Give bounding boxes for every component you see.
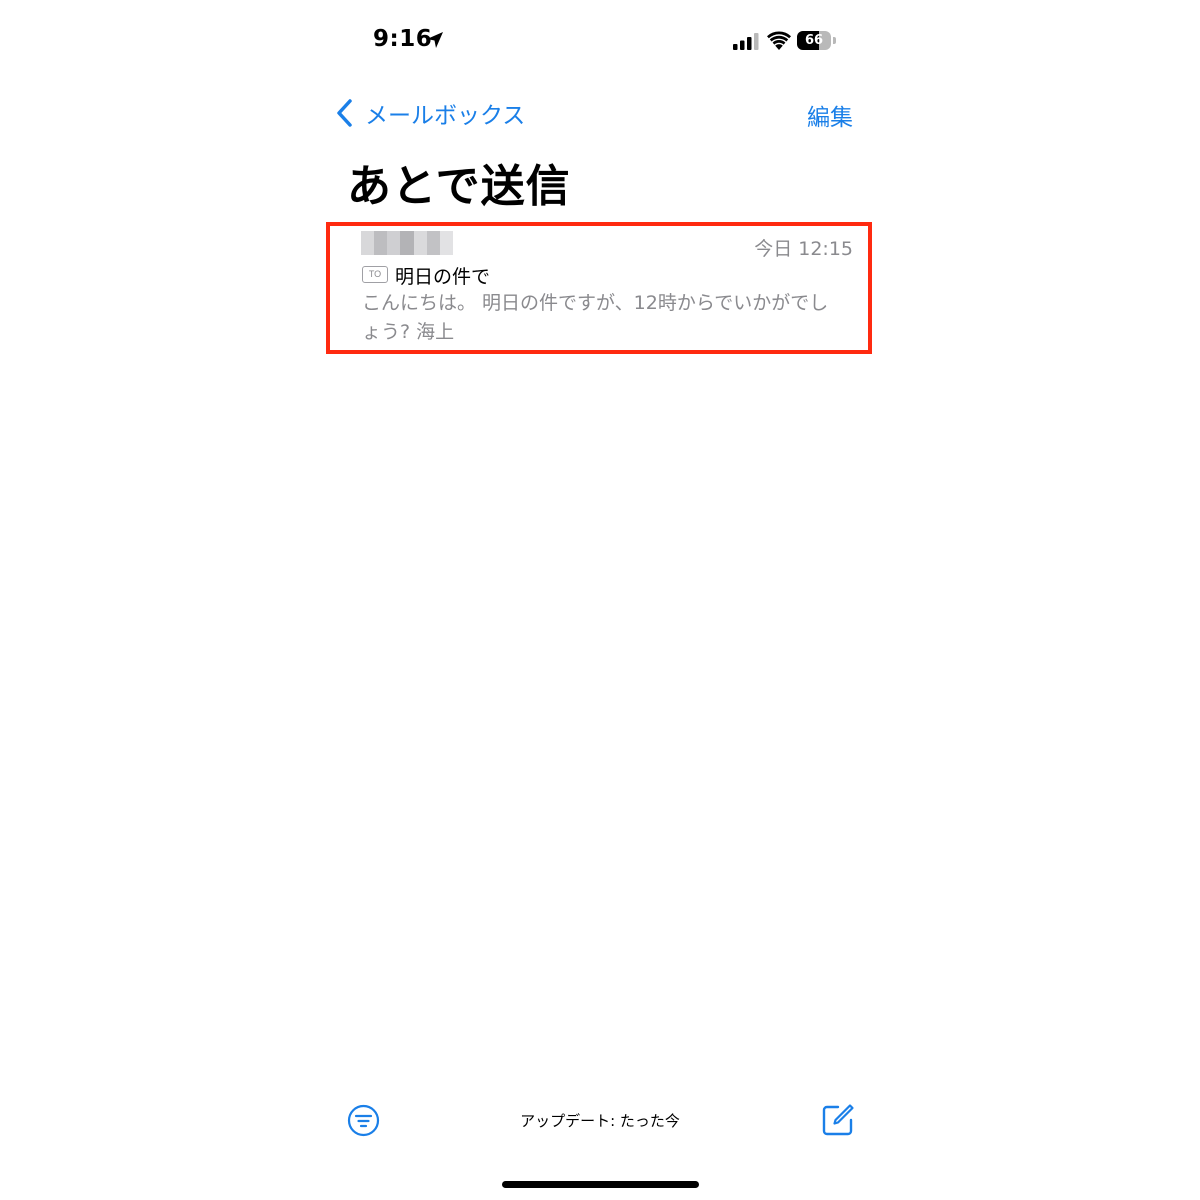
wifi-icon — [767, 31, 791, 50]
update-status: アップデート: たった今 — [520, 1112, 680, 1130]
location-arrow-icon — [427, 32, 443, 48]
compose-icon[interactable] — [821, 1103, 855, 1137]
sender-name-redacted — [361, 231, 453, 255]
battery-cap — [833, 37, 836, 44]
battery-level: 66 — [804, 33, 824, 48]
status-bar: 9:16 66 — [325, 0, 875, 80]
message-preview: こんにちは。 明日の件ですが、12時からでいかがでしょう? 海上 — [362, 292, 829, 343]
chevron-left-icon — [337, 99, 352, 127]
message-row[interactable]: 今日 12:15 TO 明日の件で こんにちは。 明日の件ですが、12時からでい… — [325, 226, 875, 350]
edit-button[interactable]: 編集 — [807, 98, 853, 132]
back-button[interactable]: メールボックス — [335, 96, 525, 130]
page-title: あとで送信 — [347, 161, 571, 212]
battery-indicator: 66 — [797, 31, 831, 50]
cellular-signal-icon — [733, 33, 759, 50]
status-time: 9:16 — [373, 26, 433, 52]
back-button-label: メールボックス — [365, 103, 526, 129]
mail-screen: 9:16 66 メールボックス 編集 あとで送信 今日 12:15 TO 明日の… — [325, 0, 875, 1200]
message-date: 今日 12:15 — [754, 238, 853, 260]
to-badge: TO — [362, 266, 388, 283]
message-subject: 明日の件で — [395, 266, 491, 288]
home-indicator — [502, 1181, 699, 1188]
